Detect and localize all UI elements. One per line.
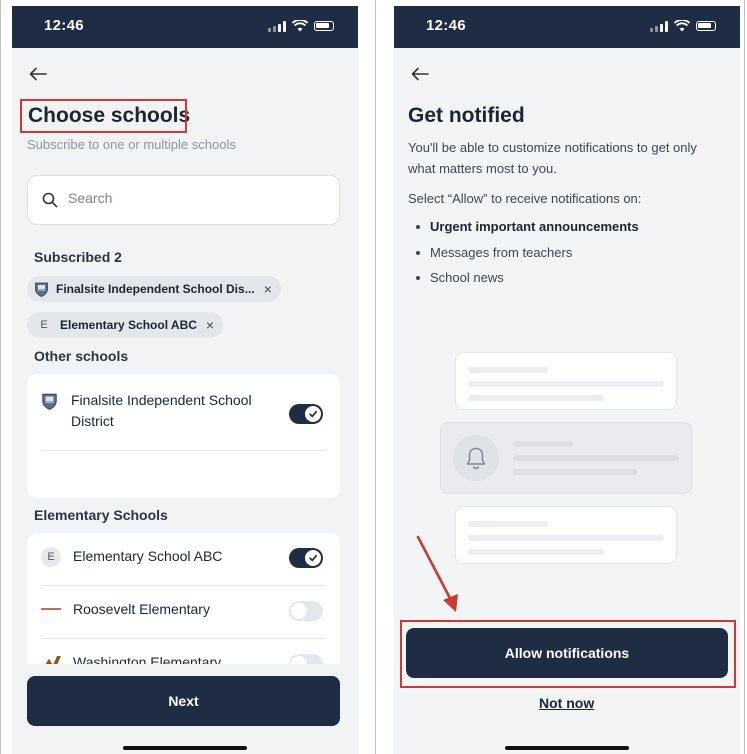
frame-border-left [0, 0, 1, 754]
other-schools-card: Finalsite Independent School District [27, 374, 340, 498]
choose-schools-screen: 12:46 Choose schools Subscribe to one or… [12, 6, 358, 754]
school-name: Roosevelt Elementary [73, 601, 210, 617]
school-crest-icon [42, 393, 57, 410]
bullet-text: School news [430, 270, 504, 285]
intro-text: You'll be able to customize notification… [408, 140, 697, 176]
other-schools-label: Other schools [34, 348, 129, 364]
subscribed-chip-elementary-abc[interactable]: E Elementary School ABC × [27, 312, 224, 338]
chip-label: Elementary School ABC [60, 318, 197, 332]
home-indicator [505, 746, 629, 750]
bullet-text: Urgent important announcements [430, 219, 639, 234]
wifi-icon [292, 20, 308, 32]
school-name: Elementary School ABC [73, 548, 223, 564]
school-row[interactable]: Roosevelt Elementary [27, 586, 340, 638]
subscribed-chip-finalsite[interactable]: Finalsite Independent School Dis... × [27, 276, 281, 302]
status-bar: 12:46 [12, 6, 358, 48]
title-highlight-box [20, 99, 187, 133]
bullet-school-news: School news [416, 270, 504, 285]
bullet-urgent: Urgent important announcements [416, 219, 639, 234]
page-subtitle: Subscribe to one or multiple schools [27, 137, 236, 152]
status-icons [268, 20, 334, 32]
subscribed-label: Subscribed 2 [34, 249, 122, 265]
back-arrow-icon[interactable] [28, 66, 48, 82]
school-row[interactable]: Finalsite Independent School District [27, 374, 340, 446]
subscribe-toggle[interactable] [289, 548, 323, 568]
page-title: Get notified [408, 104, 525, 127]
school-name: Finalsite Independent School District [71, 392, 252, 429]
status-bar: 12:46 [394, 6, 740, 48]
back-arrow-icon[interactable] [410, 66, 430, 82]
notification-illustration-card [440, 422, 692, 494]
wifi-icon [674, 20, 690, 32]
checkmark-icon [309, 410, 318, 418]
allow-notifications-button[interactable]: Allow notifications [406, 628, 728, 678]
elementary-schools-label: Elementary Schools [34, 507, 168, 523]
cellular-signal-icon [650, 20, 668, 32]
battery-icon [314, 21, 334, 31]
frame-divider-vertical [375, 0, 376, 754]
home-indicator [123, 746, 247, 750]
bell-icon [466, 447, 486, 470]
school-crest-icon [35, 282, 48, 297]
chip-label: Finalsite Independent School Dis... [56, 282, 255, 296]
cellular-signal-icon [268, 20, 286, 32]
bullet-teachers: Messages from teachers [416, 245, 572, 260]
notification-illustration-card [455, 506, 677, 564]
school-letter-badge: E [41, 547, 61, 567]
school-row[interactable]: E Elementary School ABC [27, 533, 340, 585]
subscribe-toggle[interactable] [289, 601, 323, 621]
status-time: 12:46 [44, 17, 84, 34]
school-letter-badge: E [40, 319, 48, 331]
elementary-schools-card: E Elementary School ABC Roosevelt Elemen… [27, 533, 340, 674]
bell-icon-circle [453, 435, 499, 481]
select-allow-text: Select “Allow” to receive notifications … [408, 191, 642, 206]
school-logo-icon [41, 608, 61, 610]
frame-border-right [744, 0, 745, 754]
get-notified-screen: 12:46 Get notified You'll be able to cus… [394, 6, 740, 754]
pointer-arrow-icon [416, 535, 458, 612]
notification-illustration-card [455, 352, 677, 410]
search-icon [42, 192, 58, 208]
search-input[interactable] [66, 189, 320, 207]
row-divider [41, 450, 326, 451]
search-box[interactable] [27, 175, 340, 225]
battery-icon [696, 21, 716, 31]
bullet-text: Messages from teachers [430, 245, 573, 260]
subscribe-toggle[interactable] [289, 404, 323, 424]
not-now-link[interactable]: Not now [539, 695, 594, 711]
chip-remove-icon[interactable]: × [206, 317, 214, 333]
checkmark-icon [309, 554, 318, 562]
next-button[interactable]: Next [27, 676, 340, 726]
status-icons [650, 20, 716, 32]
chip-remove-icon[interactable]: × [264, 281, 272, 297]
status-time: 12:46 [426, 17, 466, 34]
